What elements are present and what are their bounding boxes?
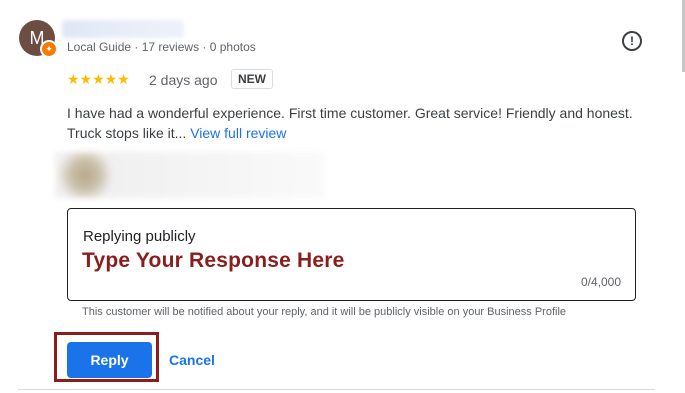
report-icon[interactable]: ! <box>622 31 642 51</box>
star-rating: ★★★★★ <box>67 71 130 87</box>
local-guide-badge-icon: ✦ <box>40 40 58 58</box>
cancel-button[interactable]: Cancel <box>169 352 215 368</box>
reply-button[interactable]: Reply <box>67 342 152 378</box>
reviewer-meta: Local Guide · 17 reviews · 0 photos <box>67 40 256 54</box>
review-date: 2 days ago <box>149 72 218 88</box>
new-badge: NEW <box>231 69 273 89</box>
reply-visibility-notice: This customer will be notified about you… <box>82 306 567 318</box>
reply-field-label: Replying publicly <box>83 228 196 245</box>
review-text-block: I have had a wonderful experience. First… <box>67 103 657 143</box>
review-text: I have had a wonderful experience. First… <box>67 105 633 141</box>
view-full-review-link[interactable]: View full review <box>190 125 286 141</box>
reply-input[interactable]: Replying publicly Type Your Response Her… <box>67 208 636 301</box>
character-counter: 0/4,000 <box>580 275 621 289</box>
response-annotation: Type Your Response Here <box>82 249 345 272</box>
divider <box>18 389 655 390</box>
reviewer-name-redacted <box>62 20 184 38</box>
business-owner-redacted <box>55 152 325 198</box>
